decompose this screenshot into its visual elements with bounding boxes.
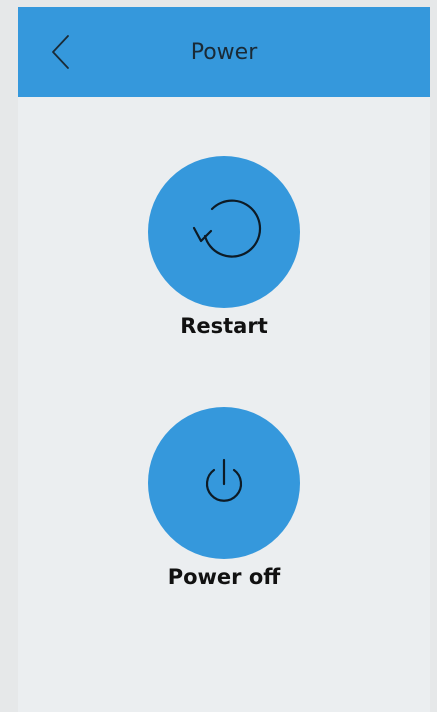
- restart-icon: [192, 199, 262, 258]
- power-off-label: Power off: [167, 565, 281, 589]
- app-header: Power: [18, 7, 430, 97]
- restart-label: Restart: [180, 314, 268, 338]
- chevron-left-icon: [52, 35, 69, 69]
- power-screen: Power Restart Power off: [18, 7, 430, 712]
- power-off-button[interactable]: [148, 407, 300, 559]
- restart-action: Restart: [18, 156, 430, 340]
- back-button[interactable]: [42, 31, 82, 75]
- device-frame: Power Restart Power off: [0, 0, 437, 712]
- power-off-action: Power off: [18, 407, 430, 591]
- power-icon: [205, 458, 243, 502]
- restart-button[interactable]: [148, 156, 300, 308]
